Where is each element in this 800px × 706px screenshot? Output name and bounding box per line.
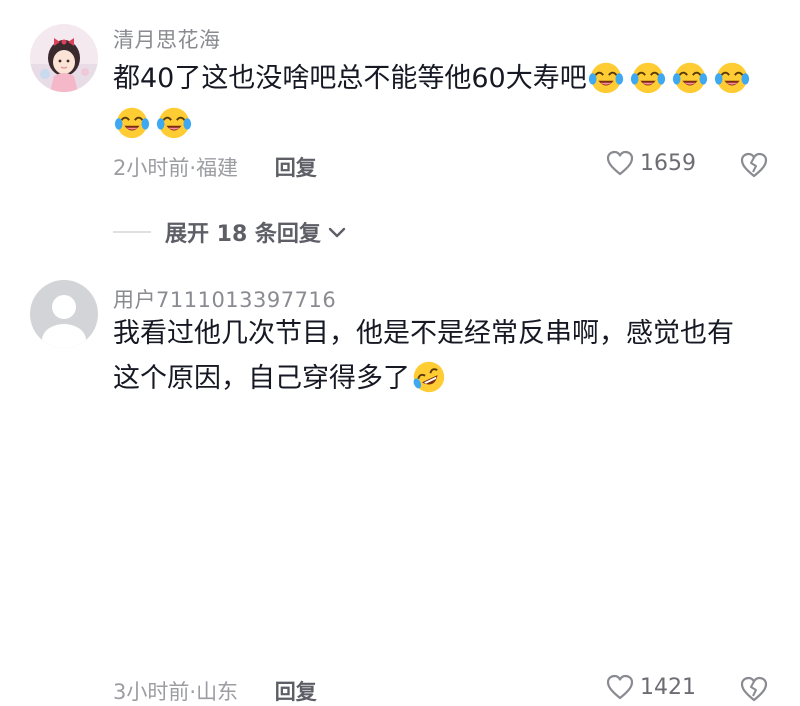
- comment-location: 山东: [196, 680, 239, 704]
- comment-meta: 3小时前·山东 回复: [113, 676, 317, 706]
- avatar[interactable]: [30, 24, 98, 92]
- comment-location: 福建: [196, 156, 239, 180]
- anime-girl-avatar-icon: [30, 24, 98, 92]
- comment-time: 3小时前: [113, 680, 190, 704]
- broken-heart-outline-icon: [740, 152, 768, 178]
- like-button[interactable]: 1659: [606, 150, 696, 176]
- reply-button[interactable]: 回复: [275, 680, 317, 704]
- avatar[interactable]: [30, 280, 98, 348]
- comment-meta: 2小时前·福建 回复: [113, 152, 317, 182]
- crying-laughing-emoji-icon: [672, 62, 707, 94]
- rofl-emoji-icon: [413, 361, 445, 393]
- dislike-button[interactable]: [740, 676, 768, 706]
- chevron-down-icon: [328, 227, 346, 238]
- expand-divider: [113, 231, 151, 233]
- meta-separator: ·: [189, 680, 197, 704]
- comment-username[interactable]: 用户7111013397716: [113, 284, 336, 314]
- crying-laughing-emoji-icon: [714, 62, 749, 94]
- like-button[interactable]: 1421: [606, 674, 696, 700]
- comment-time: 2小时前: [113, 156, 190, 180]
- expand-replies[interactable]: 展开 18 条回复: [113, 216, 347, 248]
- comment-text: 都40了这也没啥吧总不能等他60大寿吧: [113, 56, 773, 146]
- dislike-button[interactable]: [740, 152, 768, 182]
- heart-outline-icon: [606, 150, 634, 176]
- expand-replies-label: 展开 18 条回复: [165, 222, 321, 247]
- comment-text-line: 我看过他几次节目，他是不是经常反串啊，感觉也有: [113, 318, 734, 349]
- broken-heart-outline-icon: [740, 676, 768, 702]
- crying-laughing-emoji-icon: [588, 62, 623, 94]
- crying-laughing-emoji-icon: [114, 107, 150, 139]
- like-count: 1421: [640, 674, 696, 700]
- like-count: 1659: [640, 150, 696, 176]
- comment-text-line: 这个原因，自己穿得多了: [113, 363, 410, 394]
- crying-laughing-emoji-icon: [630, 62, 665, 94]
- heart-outline-icon: [606, 674, 634, 700]
- crying-laughing-emoji-icon: [156, 107, 192, 139]
- reply-button[interactable]: 回复: [275, 156, 317, 180]
- default-avatar-icon: [30, 280, 98, 348]
- comment-text: 我看过他几次节目，他是不是经常反串啊，感觉也有 这个原因，自己穿得多了: [113, 311, 773, 401]
- comment-text-line: 都40了这也没啥吧总不能等他60大寿吧: [113, 63, 587, 94]
- comment-username[interactable]: 清月思花海: [113, 24, 221, 54]
